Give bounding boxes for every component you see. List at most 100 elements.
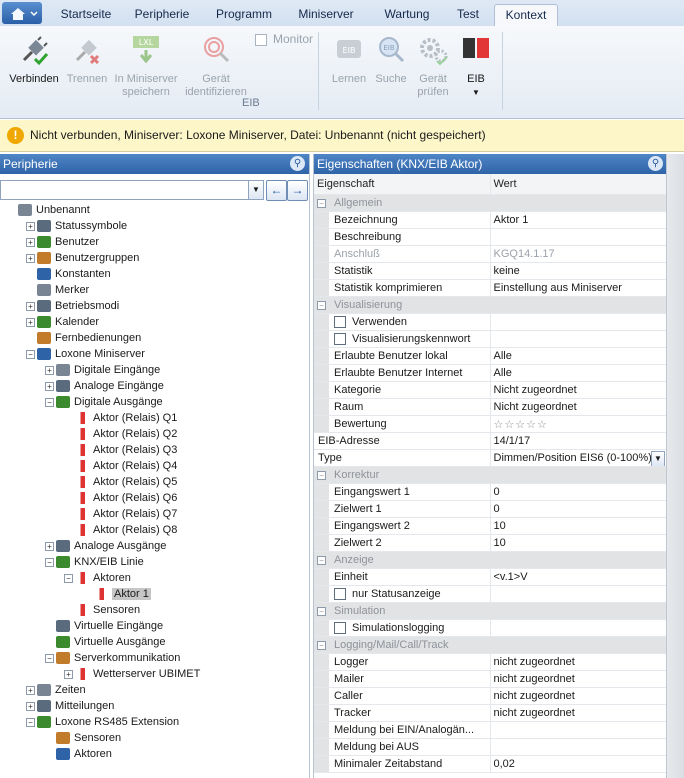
property-row[interactable]: Statistik keine	[314, 262, 666, 280]
tree-item[interactable]: Aktor (Relais) Q4	[75, 458, 177, 474]
tree-item[interactable]: + Mitteilungen	[26, 698, 114, 714]
tree-item[interactable]: Aktor (Relais) Q8	[75, 522, 177, 538]
property-value[interactable]: nicht zugeordnet	[490, 704, 666, 722]
tree-item[interactable]: + Zeiten	[26, 682, 86, 698]
property-value[interactable]	[490, 585, 666, 603]
property-value[interactable]: 10	[490, 534, 666, 552]
tree-item[interactable]: + Analoge Ausgänge	[45, 538, 166, 554]
expand-icon[interactable]: +	[26, 686, 35, 695]
property-checkbox[interactable]	[334, 588, 346, 601]
property-row[interactable]: Logger nicht zugeordnet	[314, 653, 666, 671]
expand-icon[interactable]: +	[45, 366, 54, 375]
disconnect-button[interactable]: Trennen	[62, 34, 112, 86]
property-value[interactable]: Einstellung aus Miniserver	[490, 279, 666, 297]
tree-item[interactable]: + Benutzer	[26, 234, 99, 250]
collapse-icon[interactable]: −	[45, 558, 54, 567]
save-to-miniserver-button[interactable]: LXL In Miniserver speichern	[110, 34, 182, 99]
tree-item[interactable]: Sensoren	[56, 730, 121, 746]
property-row[interactable]: Bezeichnung Aktor 1	[314, 211, 666, 229]
tab-wartung[interactable]: Wartung	[372, 4, 442, 26]
tree-item[interactable]: + Betriebsmodi	[26, 298, 119, 314]
property-row[interactable]: Eingangswert 2 10	[314, 517, 666, 535]
property-value[interactable]: ☆☆☆☆☆	[490, 415, 666, 433]
tab-programm[interactable]: Programm	[208, 4, 280, 26]
tree-item[interactable]: − Serverkommunikation	[45, 650, 180, 666]
property-value[interactable]: keine	[490, 262, 666, 280]
property-category[interactable]: − Visualisierung	[314, 296, 666, 314]
property-row[interactable]: nur Statusanzeige	[314, 585, 666, 603]
property-value[interactable]: KGQ14.1.17	[490, 245, 666, 263]
panel-search-icon[interactable]: ⚲	[648, 156, 663, 171]
property-value[interactable]: 10	[490, 517, 666, 535]
tree-item[interactable]: − Loxone RS485 Extension	[26, 714, 179, 730]
property-value[interactable]: Alle	[490, 347, 666, 365]
expand-icon[interactable]: +	[26, 302, 35, 311]
collapse-icon[interactable]: −	[317, 640, 326, 650]
property-value[interactable]: nicht zugeordnet	[490, 670, 666, 688]
type-select[interactable]: Dimmen/Position EIS6 (0-100%) ▼	[490, 449, 666, 467]
collapse-icon[interactable]: −	[26, 718, 35, 727]
property-value[interactable]	[490, 228, 666, 246]
property-row[interactable]: Kategorie Nicht zugeordnet	[314, 381, 666, 399]
property-value[interactable]: Nicht zugeordnet	[490, 381, 666, 399]
expand-icon[interactable]: +	[26, 238, 35, 247]
expand-icon[interactable]: +	[26, 254, 35, 263]
tree-item[interactable]: Aktor (Relais) Q7	[75, 506, 177, 522]
collapse-icon[interactable]: −	[64, 574, 73, 583]
vertical-scrollbar[interactable]	[666, 154, 684, 778]
property-value[interactable]: 14/1/17	[490, 432, 666, 450]
check-device-button[interactable]: Gerät prüfen	[410, 34, 456, 99]
property-value[interactable]: 0	[490, 500, 666, 518]
property-value[interactable]	[490, 721, 666, 739]
property-category[interactable]: − Logging/Mail/Call/Track	[314, 636, 666, 654]
tree-item[interactable]: Aktor (Relais) Q2	[75, 426, 177, 442]
expand-icon[interactable]: +	[26, 222, 35, 231]
filter-combobox[interactable]: ▼	[0, 180, 264, 200]
property-checkbox[interactable]	[334, 622, 346, 635]
tab-test[interactable]: Test	[448, 4, 488, 26]
property-row[interactable]: Eingangswert 1 0	[314, 483, 666, 501]
property-row[interactable]: Erlaubte Benutzer Internet Alle	[314, 364, 666, 382]
expand-icon[interactable]: +	[26, 702, 35, 711]
tree-item[interactable]: Aktor (Relais) Q3	[75, 442, 177, 458]
app-menu-button[interactable]	[2, 2, 42, 24]
tree-item[interactable]: + Kalender	[26, 314, 99, 330]
property-row[interactable]: Tracker nicht zugeordnet	[314, 704, 666, 722]
chevron-down-icon[interactable]: ▼	[248, 181, 263, 199]
expand-icon[interactable]: +	[64, 670, 73, 679]
property-row[interactable]: Anschluß KGQ14.1.17	[314, 245, 666, 263]
property-value[interactable]: Alle	[490, 364, 666, 382]
panel-search-icon[interactable]: ⚲	[290, 156, 305, 171]
tree-item[interactable]: − Aktoren	[64, 570, 131, 586]
expand-icon[interactable]: +	[26, 318, 35, 327]
property-row[interactable]: Visualisierungskennwort	[314, 330, 666, 348]
collapse-icon[interactable]: −	[317, 555, 326, 565]
property-value[interactable]: 0	[490, 483, 666, 501]
property-row[interactable]: Raum Nicht zugeordnet	[314, 398, 666, 416]
tree-item[interactable]: Aktor 1	[94, 586, 151, 602]
collapse-icon[interactable]: −	[317, 606, 326, 616]
property-row[interactable]: Bewertung ☆☆☆☆☆	[314, 415, 666, 433]
connect-button[interactable]: Verbinden	[4, 34, 64, 86]
tab-miniserver[interactable]: Miniserver	[290, 4, 362, 26]
search-button[interactable]: EIB Suche	[372, 34, 410, 86]
property-value[interactable]: 0,02	[490, 755, 666, 773]
tree-item[interactable]: Sensoren	[75, 602, 140, 618]
property-value[interactable]	[490, 330, 666, 348]
property-row[interactable]: Simulationslogging	[314, 619, 666, 637]
collapse-icon[interactable]: −	[317, 470, 326, 480]
tree-item[interactable]: − Loxone Miniserver	[26, 346, 145, 362]
tree-item[interactable]: + Statussymbole	[26, 218, 127, 234]
property-row[interactable]: Verwenden	[314, 313, 666, 331]
property-row[interactable]: Type Dimmen/Position EIS6 (0-100%) ▼	[314, 449, 666, 467]
tree-item[interactable]: + Digitale Eingänge	[45, 362, 160, 378]
property-value[interactable]: Aktor 1	[490, 211, 666, 229]
collapse-icon[interactable]: −	[26, 350, 35, 359]
tree-item[interactable]: Unbenannt	[18, 202, 90, 218]
monitor-toggle[interactable]: Monitor	[255, 33, 317, 46]
monitor-checkbox[interactable]	[255, 33, 267, 46]
tree-item[interactable]: + Benutzergruppen	[26, 250, 139, 266]
property-row[interactable]: Beschreibung	[314, 228, 666, 246]
expand-icon[interactable]: +	[45, 382, 54, 391]
property-value[interactable]	[490, 738, 666, 756]
